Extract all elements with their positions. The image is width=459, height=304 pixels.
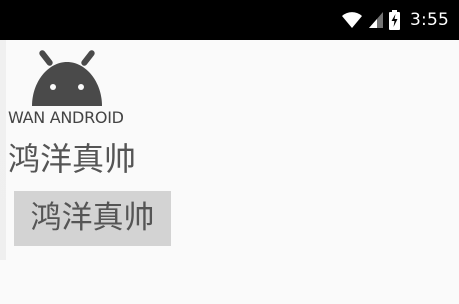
wan-android-logo: WAN ANDROID [8, 46, 128, 128]
wifi-icon [341, 11, 363, 29]
signal-icon [369, 12, 384, 28]
android-icon [32, 50, 102, 106]
battery-charging-icon [389, 10, 401, 30]
status-bar: 3:55 [0, 0, 459, 40]
status-icons: 3:55 [341, 0, 449, 40]
logo-text: WAN ANDROID [8, 108, 124, 127]
text-button[interactable]: 鸿洋真帅 [14, 191, 171, 246]
text-view: 鸿洋真帅 [8, 140, 137, 178]
status-time: 3:55 [410, 10, 449, 30]
left-edge-artifact [0, 40, 6, 260]
